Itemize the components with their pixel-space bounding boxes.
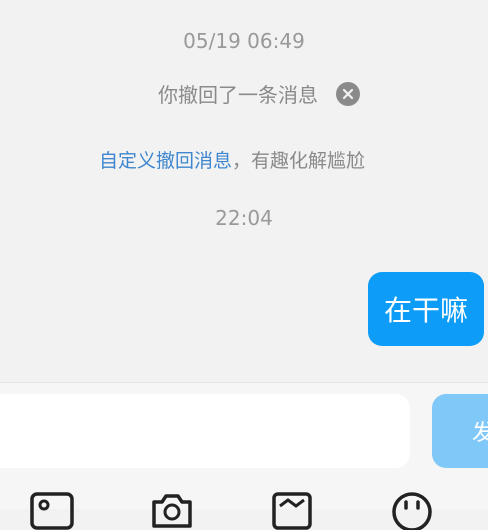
close-icon[interactable] (336, 81, 360, 106)
emoji-icon[interactable] (390, 490, 434, 530)
send-button-label: 发 (472, 421, 488, 446)
recall-notice-text: 你撤回了一条消息 (158, 83, 318, 107)
custom-recall-tip-text: ，有趣化解尴尬 (232, 150, 366, 172)
message-input[interactable] (0, 394, 410, 468)
chat-area: 05/19 06:49 你撤回了一条消息 自定义撤回消息，有趣化解尴尬 22:0… (0, 0, 488, 382)
image-icon[interactable] (30, 490, 74, 530)
timestamp: 05/19 06:49 (183, 29, 305, 53)
send-button[interactable]: 发 (432, 394, 488, 468)
album-icon[interactable] (272, 490, 312, 530)
composer: 发 (0, 383, 488, 530)
timestamp: 22:04 (215, 206, 273, 230)
sent-message-bubble[interactable]: 在干嘛 (367, 272, 484, 346)
custom-recall-link[interactable]: 自定义撤回消息 (99, 150, 232, 172)
custom-recall-tip: 自定义撤回消息，有趣化解尴尬 (0, 146, 464, 173)
camera-icon[interactable] (150, 490, 194, 530)
recall-notice: 你撤回了一条消息 (0, 79, 488, 108)
